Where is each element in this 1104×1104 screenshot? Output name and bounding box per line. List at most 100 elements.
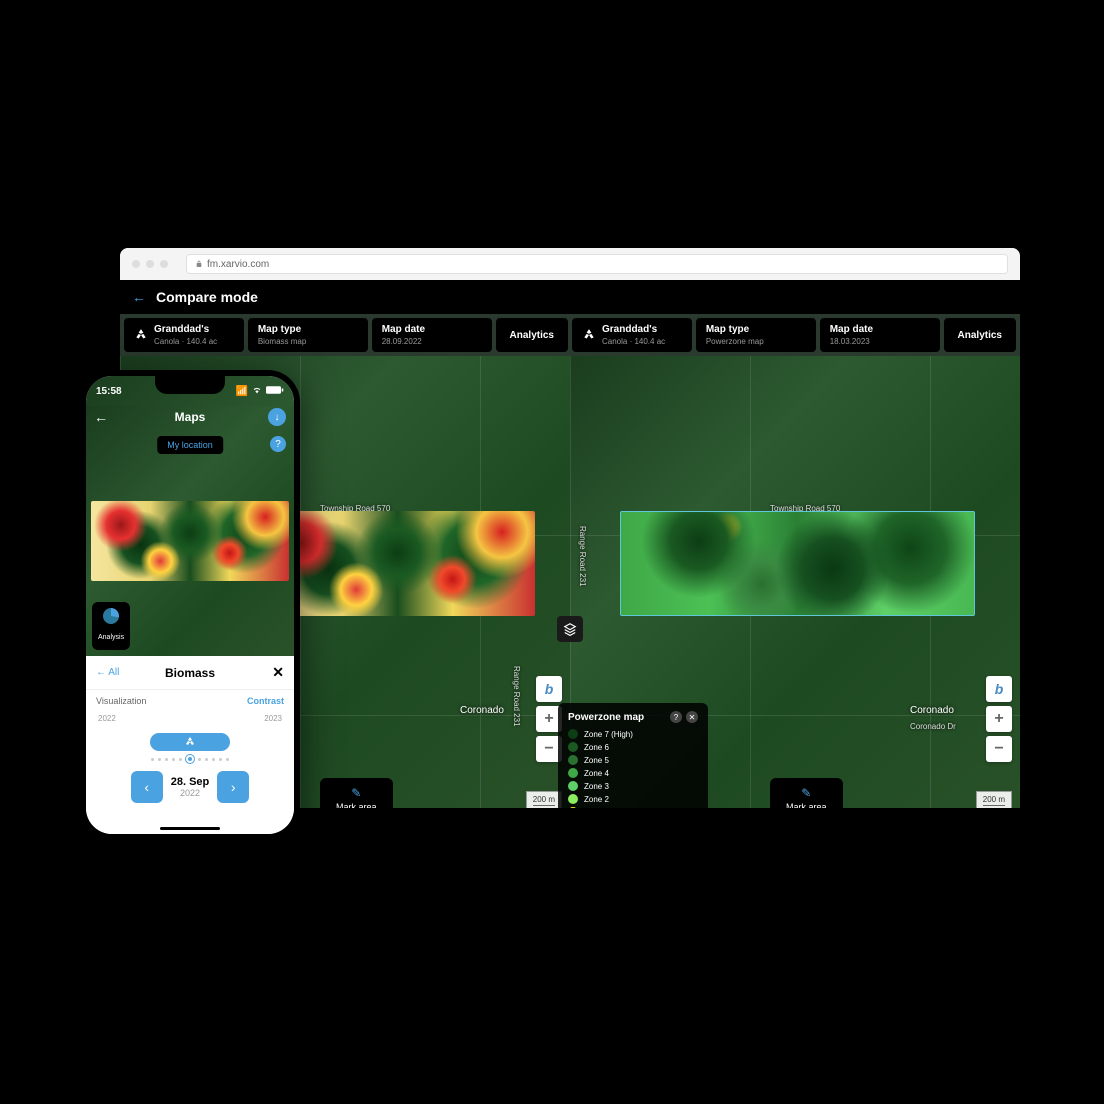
layers-icon bbox=[563, 622, 577, 636]
app-header: ← Compare mode bbox=[120, 280, 1020, 314]
pencil-icon: ✎ bbox=[336, 786, 377, 800]
mobile-map[interactable]: ← Maps ↓ My location ? Analysis bbox=[86, 406, 294, 656]
road-label: Range Road 231 bbox=[512, 666, 521, 727]
legend-row: Zone 4 bbox=[568, 768, 698, 778]
legend-dot bbox=[568, 729, 578, 739]
prev-date-button[interactable]: ‹ bbox=[131, 771, 163, 803]
biomass-field-overlay bbox=[260, 511, 535, 616]
next-date-button[interactable]: › bbox=[217, 771, 249, 803]
year-right: 2023 bbox=[264, 714, 282, 723]
pencil-icon: ✎ bbox=[786, 786, 827, 800]
pie-icon bbox=[103, 608, 119, 624]
mobile-sheet: ← All Biomass ✕ Visualization Contrast 2… bbox=[86, 656, 294, 834]
timeline-dots[interactable] bbox=[86, 755, 294, 763]
date-year: 2022 bbox=[171, 788, 210, 798]
analytics-card-right[interactable]: Analytics bbox=[944, 318, 1016, 352]
mobile-biomass-field bbox=[91, 501, 289, 581]
legend-label: Zone 6 bbox=[584, 743, 609, 752]
road-label: Coronado Dr bbox=[910, 722, 956, 731]
scale-metric: 200 m bbox=[983, 794, 1005, 806]
scale-imperial: 500 ft bbox=[533, 806, 555, 808]
battery-icon bbox=[266, 385, 284, 398]
browser-chrome: fm.xarvio.com bbox=[120, 248, 1020, 280]
maptype-card-right[interactable]: Map type Powerzone map bbox=[696, 318, 816, 352]
mobile-back-icon[interactable]: ← bbox=[94, 409, 108, 425]
legend-label: Zone 1 (Low) bbox=[584, 808, 631, 809]
mapdate-card-right[interactable]: Map date 18.03.2023 bbox=[820, 318, 940, 352]
year-left: 2022 bbox=[98, 714, 116, 723]
help-icon[interactable]: ? bbox=[270, 436, 286, 452]
help-icon[interactable]: ? bbox=[670, 711, 682, 723]
my-location-chip[interactable]: My location bbox=[157, 436, 223, 454]
date-display: 28. Sep 2022 bbox=[171, 776, 210, 798]
analytics-card-left[interactable]: Analytics bbox=[496, 318, 568, 352]
download-icon[interactable]: ↓ bbox=[268, 408, 286, 426]
mapdate-card-left[interactable]: Map date 28.09.2022 bbox=[372, 318, 492, 352]
visualization-row[interactable]: Visualization Contrast bbox=[86, 690, 294, 712]
close-icon[interactable]: ✕ bbox=[272, 664, 284, 681]
signal-icon: 📶 bbox=[236, 386, 248, 397]
legend-dot bbox=[568, 781, 578, 791]
traffic-max[interactable] bbox=[160, 260, 168, 268]
mobile-analysis-button[interactable]: Analysis bbox=[92, 602, 130, 650]
analytics-label-right: Analytics bbox=[958, 330, 1002, 341]
maptype-card-left[interactable]: Map type Biomass map bbox=[248, 318, 368, 352]
info-panel-right: Granddad's Canola · 140.4 ac Map type Po… bbox=[572, 318, 1016, 352]
mark-area-label: Mark area bbox=[786, 802, 827, 808]
zoom-out-button[interactable]: − bbox=[986, 736, 1012, 762]
city-label: Coronado bbox=[910, 705, 954, 716]
scale-bar-right: 200 m 500 ft bbox=[976, 791, 1012, 808]
road-label: Range Road 231 bbox=[578, 526, 587, 587]
legend-label: Zone 5 bbox=[584, 756, 609, 765]
traffic-close[interactable] bbox=[132, 260, 140, 268]
url-bar[interactable]: fm.xarvio.com bbox=[186, 254, 1008, 274]
legend-dot bbox=[568, 768, 578, 778]
legend-label: Zone 3 bbox=[584, 782, 609, 791]
sheet-back-button[interactable]: ← All bbox=[96, 667, 119, 678]
mark-area-button-right[interactable]: ✎ Mark area bbox=[770, 778, 843, 808]
mobile-header: ← Maps ↓ bbox=[86, 410, 294, 424]
analytics-label-left: Analytics bbox=[510, 330, 554, 341]
maptype-label-left: Map type bbox=[258, 324, 306, 335]
home-indicator[interactable] bbox=[160, 827, 220, 830]
maptype-value-right: Powerzone map bbox=[706, 337, 764, 346]
bing-button[interactable]: b bbox=[986, 676, 1012, 702]
legend-label: Zone 7 (High) bbox=[584, 730, 633, 739]
legend-dot bbox=[568, 755, 578, 765]
legend-label: Zone 2 bbox=[584, 795, 609, 804]
maptype-value-left: Biomass map bbox=[258, 337, 306, 346]
close-icon[interactable]: ✕ bbox=[686, 711, 698, 723]
zoom-in-button[interactable]: + bbox=[986, 706, 1012, 732]
year-row: 2022 2023 bbox=[86, 712, 294, 725]
wifi-icon bbox=[251, 385, 263, 398]
traffic-min[interactable] bbox=[146, 260, 154, 268]
field-card-right[interactable]: Granddad's Canola · 140.4 ac bbox=[572, 318, 692, 352]
visualization-value: Contrast bbox=[247, 696, 284, 706]
mapdate-label-left: Map date bbox=[382, 324, 425, 335]
layers-button[interactable] bbox=[557, 616, 583, 642]
info-panel-left: Granddad's Canola · 140.4 ac Map type Bi… bbox=[124, 318, 568, 352]
timeline-pill[interactable] bbox=[150, 733, 230, 751]
legend-row: Zone 1 (Low) bbox=[568, 807, 698, 808]
maptype-label-right: Map type bbox=[706, 324, 764, 335]
status-time: 15:58 bbox=[96, 386, 122, 397]
mapdate-value-left: 28.09.2022 bbox=[382, 337, 425, 346]
legend-row: Zone 2 bbox=[568, 794, 698, 804]
scale-bar-left: 200 m 500 ft bbox=[526, 791, 562, 808]
mark-area-button-left[interactable]: ✎ Mark area bbox=[320, 778, 393, 808]
legend-dot bbox=[568, 742, 578, 752]
info-bar: Granddad's Canola · 140.4 ac Map type Bi… bbox=[120, 314, 1020, 356]
notch bbox=[155, 376, 225, 394]
back-arrow-icon[interactable]: ← bbox=[132, 289, 146, 305]
bing-button[interactable]: b bbox=[536, 676, 562, 702]
date-nav: ‹ 28. Sep 2022 › bbox=[86, 771, 294, 803]
field-sub-right: Canola · 140.4 ac bbox=[602, 337, 665, 346]
legend-label: Zone 4 bbox=[584, 769, 609, 778]
powerzone-field-overlay bbox=[620, 511, 975, 616]
field-card-left[interactable]: Granddad's Canola · 140.4 ac bbox=[124, 318, 244, 352]
mapdate-value-right: 18.03.2023 bbox=[830, 337, 873, 346]
legend-row: Zone 3 bbox=[568, 781, 698, 791]
mobile-title: Maps bbox=[175, 410, 206, 424]
scale-metric: 200 m bbox=[533, 794, 555, 806]
page-title: Compare mode bbox=[156, 289, 258, 305]
